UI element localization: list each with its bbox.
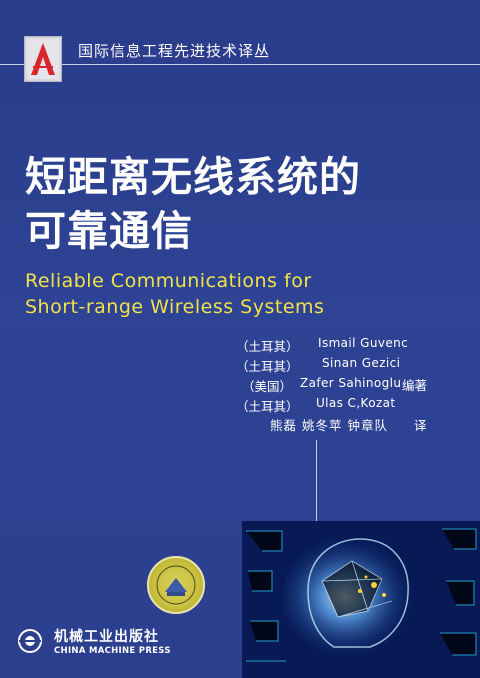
author-name: Ismail Guvenc [318, 336, 409, 350]
english-title-line-1: Reliable Communications for [25, 270, 312, 292]
author-country: （美国） [242, 379, 293, 394]
brain-network-image [242, 521, 480, 678]
chinese-title-line-1: 短距离无线系统的 [25, 153, 361, 201]
translator-role: 译 [414, 418, 427, 433]
author-country: （土耳其） [236, 399, 299, 414]
award-badge-icon [147, 556, 205, 614]
publisher-logo-icon [16, 628, 46, 658]
author-name: Ulas C,Kozat [316, 396, 396, 410]
author-name: Zafer Sahinoglu [300, 376, 402, 390]
series-title: 国际信息工程先进技术译丛 [78, 42, 271, 60]
publisher-name-en: CHINA MACHINE PRESS [54, 646, 171, 656]
english-title-line-2: Short-range Wireless Systems [25, 296, 325, 318]
series-divider-line [0, 64, 480, 65]
book-cover: 国际信息工程先进技术译丛 短距离无线系统的 可靠通信 Reliable Comm… [0, 0, 480, 678]
author-country: （土耳其） [236, 359, 299, 374]
editor-role: 编著 [402, 378, 428, 393]
series-logo-icon [24, 36, 62, 82]
publisher-name-cn: 机械工业出版社 [54, 629, 159, 645]
author-name: Sinan Gezici [322, 356, 401, 370]
translators: 熊磊 姚冬苹 钟章队 [270, 418, 388, 433]
author-country: （土耳其） [236, 339, 299, 354]
english-title: Reliable Communications for Short-range … [25, 268, 324, 320]
chinese-title-line-2: 可靠通信 [25, 207, 193, 255]
chinese-title: 短距离无线系统的 可靠通信 [25, 150, 361, 258]
vertical-divider-line [316, 440, 317, 532]
